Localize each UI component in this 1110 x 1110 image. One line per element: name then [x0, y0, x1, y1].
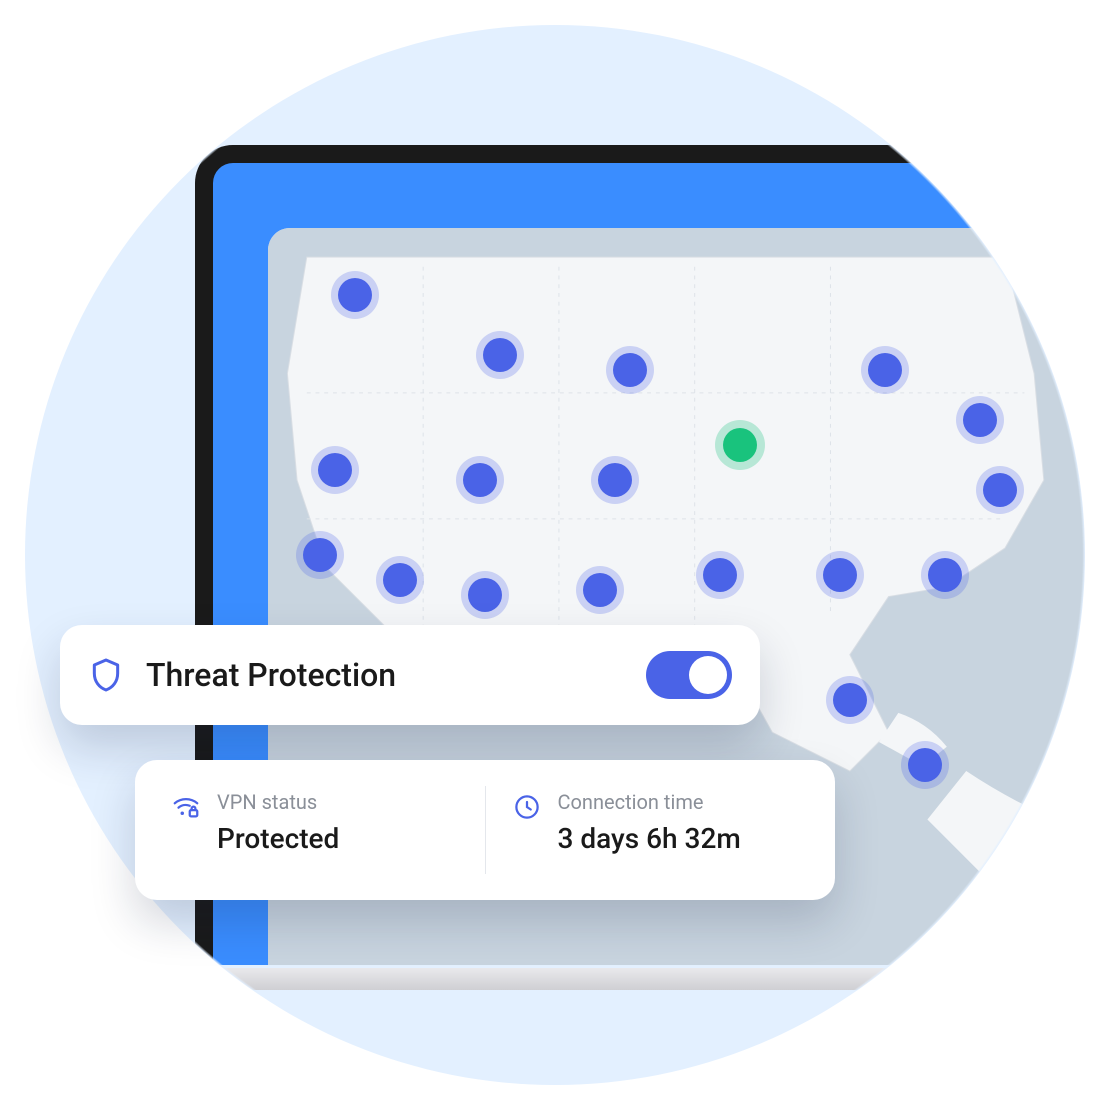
server-dot-connected[interactable]	[723, 428, 757, 462]
server-dot[interactable]	[833, 683, 867, 717]
threat-protection-card: Threat Protection	[60, 625, 760, 725]
server-dot[interactable]	[963, 403, 997, 437]
server-dot[interactable]	[868, 353, 902, 387]
shield-icon	[86, 655, 126, 695]
server-dot[interactable]	[998, 853, 1032, 887]
server-dot[interactable]	[908, 748, 942, 782]
server-dot[interactable]	[823, 558, 857, 592]
laptop-base	[120, 968, 1110, 990]
clock-icon	[512, 792, 542, 822]
server-dot[interactable]	[703, 558, 737, 592]
server-dot[interactable]	[983, 473, 1017, 507]
wifi-lock-icon	[171, 792, 201, 822]
toggle-knob	[689, 656, 727, 694]
threat-protection-label: Threat Protection	[146, 656, 626, 694]
server-dot[interactable]	[598, 463, 632, 497]
vpn-status-value: Protected	[217, 822, 339, 855]
connection-time-label: Connection time	[558, 790, 741, 814]
server-dot[interactable]	[1078, 918, 1110, 952]
server-dot[interactable]	[383, 563, 417, 597]
server-dot[interactable]	[928, 558, 962, 592]
server-dot[interactable]	[583, 573, 617, 607]
threat-protection-toggle[interactable]	[646, 651, 732, 699]
server-dot[interactable]	[613, 353, 647, 387]
server-dot[interactable]	[468, 578, 502, 612]
server-dot[interactable]	[463, 463, 497, 497]
server-dot[interactable]	[318, 453, 352, 487]
status-card: VPN status Protected Connection time 3 d…	[135, 760, 835, 900]
server-dot[interactable]	[338, 278, 372, 312]
server-dot[interactable]	[483, 338, 517, 372]
connection-time-block: Connection time 3 days 6h 32m	[485, 786, 826, 874]
vpn-status-label: VPN status	[217, 790, 339, 814]
server-dot[interactable]	[303, 538, 337, 572]
vpn-status-block: VPN status Protected	[145, 786, 485, 874]
connection-time-value: 3 days 6h 32m	[558, 822, 741, 855]
